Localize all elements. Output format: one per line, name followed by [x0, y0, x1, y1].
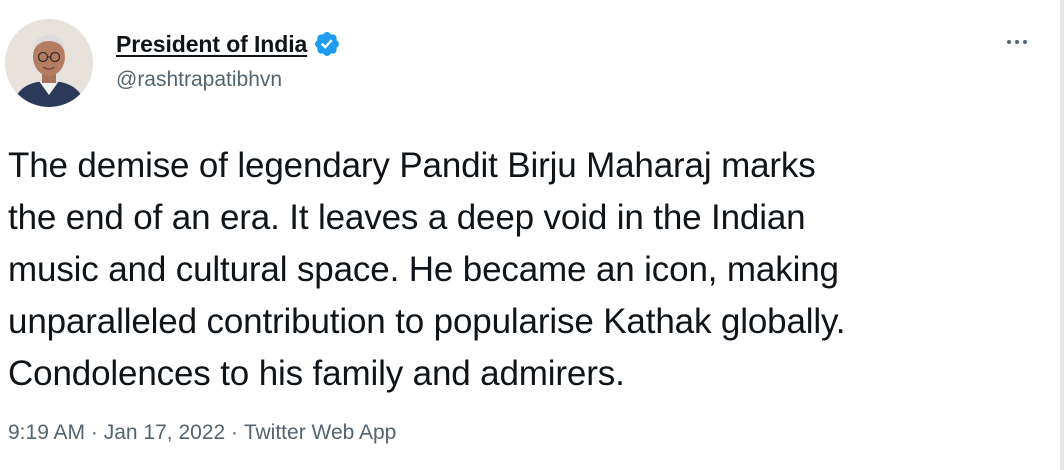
tweet-date[interactable]: Jan 17, 2022	[104, 421, 225, 445]
profile-photo-icon	[5, 19, 93, 107]
avatar[interactable]	[5, 19, 93, 107]
dot	[1023, 40, 1027, 44]
meta-separator: ·	[225, 421, 244, 444]
tweet-card: President of India @rashtrapatibhvn The …	[0, 0, 1064, 470]
more-options-icon[interactable]	[1000, 32, 1034, 52]
dot	[1007, 40, 1011, 44]
user-name-row: President of India	[116, 29, 341, 59]
tweet-meta: 9:19 AM · Jan 17, 2022 · Twitter Web App	[8, 421, 396, 445]
dot	[1015, 40, 1019, 44]
tweet-text: The demise of legendary Pandit Birju Mah…	[8, 146, 846, 393]
tweet-time[interactable]: 9:19 AM	[8, 421, 85, 445]
display-name[interactable]: President of India	[116, 31, 307, 58]
user-handle[interactable]: @rashtrapatibhvn	[116, 68, 282, 92]
window-edge	[1060, 0, 1064, 470]
verified-badge-icon	[313, 30, 341, 58]
tweet-source[interactable]: Twitter Web App	[244, 421, 397, 445]
meta-separator: ·	[85, 421, 104, 444]
